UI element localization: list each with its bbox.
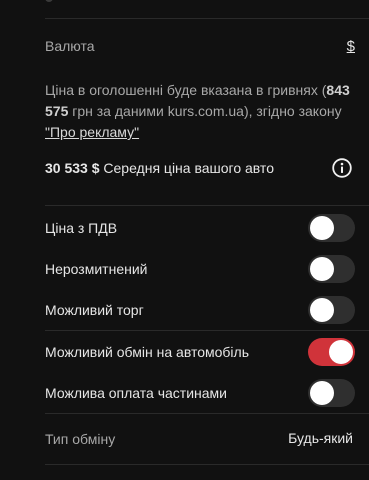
law-link[interactable]: "Про рекламу" bbox=[45, 124, 139, 140]
exchange-type-select[interactable]: Будь-який bbox=[288, 430, 353, 446]
toggle-knob bbox=[310, 257, 334, 281]
option-label-not-cleared: Нерозмитнений bbox=[45, 261, 148, 277]
average-price-amount: 30 533 $ bbox=[45, 160, 100, 176]
currency-select[interactable]: $ bbox=[347, 38, 355, 55]
price-info-middle: грн за даними kurs.com.ua), згідно закон… bbox=[68, 103, 342, 119]
exchange-type-label: Тип обміну bbox=[45, 431, 116, 447]
divider bbox=[45, 464, 369, 465]
divider bbox=[45, 413, 369, 414]
option-label-installments: Можлива оплата частинами bbox=[45, 385, 227, 401]
toggle-not-cleared[interactable] bbox=[308, 255, 355, 283]
toggle-knob bbox=[310, 216, 334, 240]
toggle-bargain[interactable] bbox=[308, 296, 355, 324]
currency-label: Валюта bbox=[45, 38, 95, 54]
toggle-knob bbox=[310, 298, 334, 322]
info-icon[interactable] bbox=[332, 158, 352, 178]
price-info-text: Ціна в оголошенні буде вказана в гривнях… bbox=[45, 80, 360, 143]
option-label-vat: Ціна з ПДВ bbox=[45, 220, 118, 236]
divider bbox=[45, 205, 369, 206]
option-label-car-exchange: Можливий обмін на автомобіль bbox=[45, 344, 249, 360]
divider bbox=[45, 330, 369, 331]
divider bbox=[45, 18, 369, 19]
price-info-before: Ціна в оголошенні буде вказана в гривнях… bbox=[45, 82, 327, 98]
toggle-knob bbox=[310, 381, 334, 405]
top-edge-fragment bbox=[45, 0, 53, 2]
toggle-car-exchange[interactable] bbox=[308, 338, 355, 366]
option-label-bargain: Можливий торг bbox=[45, 302, 144, 318]
toggle-vat[interactable] bbox=[308, 214, 355, 242]
average-price-label: Середня ціна вашого авто bbox=[103, 160, 274, 176]
toggle-installments[interactable] bbox=[308, 379, 355, 407]
average-price: 30 533 $ Середня ціна вашого авто bbox=[45, 160, 274, 176]
toggle-knob bbox=[329, 340, 353, 364]
